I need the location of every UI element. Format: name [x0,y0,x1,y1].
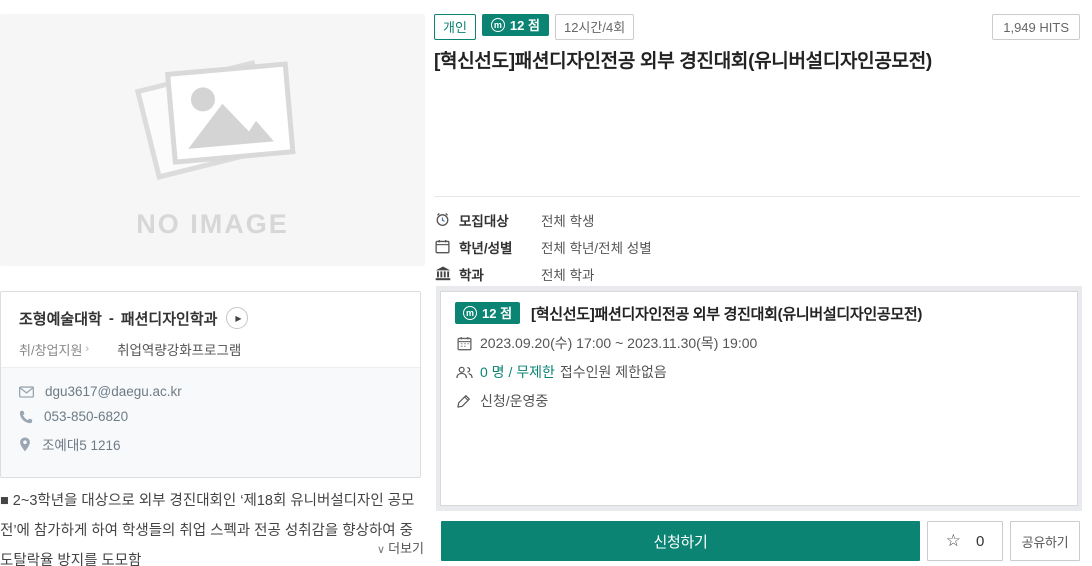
chevron-down-icon: ∨ [377,544,386,556]
photo-frames-icon [134,59,296,180]
capacity-note: 접수인원 제한없음 [559,364,667,380]
department-name: 패션디자인학과 [120,310,218,328]
calendar-icon [455,336,473,351]
info-divider [434,196,1080,197]
program-type-badge: 개인 [434,14,476,40]
info-value: 전체 학년/전체 성별 [541,240,652,256]
no-image-placeholder: NO IMAGE [0,14,425,266]
schedule-title: [혁신선도]패션디자인전공 외부 경진대회(유니버설디자인공모전) [531,305,923,323]
more-link[interactable]: ∨ 더보기 [377,541,424,556]
hits-badge: 1,949 HITS [992,14,1080,40]
calendar-icon [434,239,451,254]
action-row: 신청하기 ☆ 0 공유하기 [441,521,1080,561]
department-expand-button[interactable]: ▶ [226,307,249,329]
location-pin-icon [20,436,30,451]
info-label: 모집대상 [459,213,509,229]
pen-icon [455,394,473,408]
play-icon: ▶ [235,313,242,323]
favorite-button[interactable]: ☆ 0 [927,521,1003,561]
phone-icon [19,410,33,423]
university-icon [434,266,451,281]
schedule-panel: m 12 점 [혁신선도]패션디자인전공 외부 경진대회(유니버설디자인공모전)… [436,286,1082,511]
info-value: 전체 학생 [541,213,595,229]
favorite-count: 0 [975,532,985,550]
more-label: 더보기 [388,541,424,556]
schedule-points-label: 12 점 [482,305,513,321]
phone-value: 053-850-6820 [44,409,129,424]
program-category[interactable]: 취/창업지원 [19,340,82,359]
contact-section: dgu3617@daegu.ac.kr 053-850-6820 조예대5 12… [1,367,420,477]
info-row-department: 학과 전체 학과 [434,260,1080,287]
department-card: 조형예술대학 - 패션디자인학과 ▶ 취/창업지원 › 취업역량강화프로그램 d… [0,291,421,478]
info-value: 전체 학과 [541,267,595,283]
schedule-period-row: 2023.09.20(수) 17:00 ~ 2023.11.30(목) 19:0… [455,333,1063,353]
schedule-status: 신청/운영중 [480,393,549,409]
page-title: [혁신선도]패션디자인전공 외부 경진대회(유니버설디자인공모전) [434,51,932,72]
no-image-label: NO IMAGE [136,209,289,239]
points-badge: m 12 점 [481,14,549,36]
info-label: 학년/성별 [459,240,513,256]
star-icon: ☆ [945,531,961,550]
program-detail-page: NO IMAGE 조형예술대학 - 패션디자인학과 ▶ 취/창업지원 › 취업역… [0,0,1092,566]
info-label: 학과 [459,267,484,283]
contact-email-row: dgu3617@daegu.ac.kr [19,384,402,399]
apply-button[interactable]: 신청하기 [441,521,920,561]
dash-separator: - [108,309,114,327]
location-value: 조예대5 1216 [42,438,121,453]
share-button[interactable]: 공유하기 [1010,521,1080,561]
schedule-status-row: 신청/운영중 [455,391,1063,411]
info-row-target: 모집대상 전체 학생 [434,206,1080,233]
capacity-highlight: 0 명 / 무제한 [480,364,555,380]
alarm-clock-icon [434,212,451,227]
mileage-icon: m [463,306,477,320]
chevron-right-icon: › [85,343,90,355]
schedule-capacity-row: 0 명 / 무제한 접수인원 제한없음 [455,362,1063,382]
mail-icon [19,385,34,398]
mileage-icon: m [490,18,505,32]
contact-phone-row: 053-850-6820 [19,409,402,424]
badge-row: 개인 m 12 점 12시간/4회 1,949 HITS [434,14,1080,40]
program-type: 취업역량강화프로그램 [117,343,242,358]
duration-badge: 12시간/4회 [554,14,635,40]
schedule-points-badge: m 12 점 [455,302,521,324]
email-value: dgu3617@daegu.ac.kr [45,384,182,399]
schedule-period: 2023.09.20(수) 17:00 ~ 2023.11.30(목) 19:0… [480,335,758,351]
info-row-grade-gender: 학년/성별 전체 학년/전체 성별 [434,233,1080,260]
points-badge-label: 12 점 [509,17,540,33]
schedule-card: m 12 점 [혁신선도]패션디자인전공 외부 경진대회(유니버설디자인공모전)… [440,291,1078,506]
people-icon [455,366,473,379]
info-rows: 모집대상 전체 학생 학년/성별 전체 학년/전체 성별 학과 전체 학과 [434,206,1080,287]
contact-location-row: 조예대5 1216 [19,434,402,454]
college-name: 조형예술대학 [19,310,102,328]
